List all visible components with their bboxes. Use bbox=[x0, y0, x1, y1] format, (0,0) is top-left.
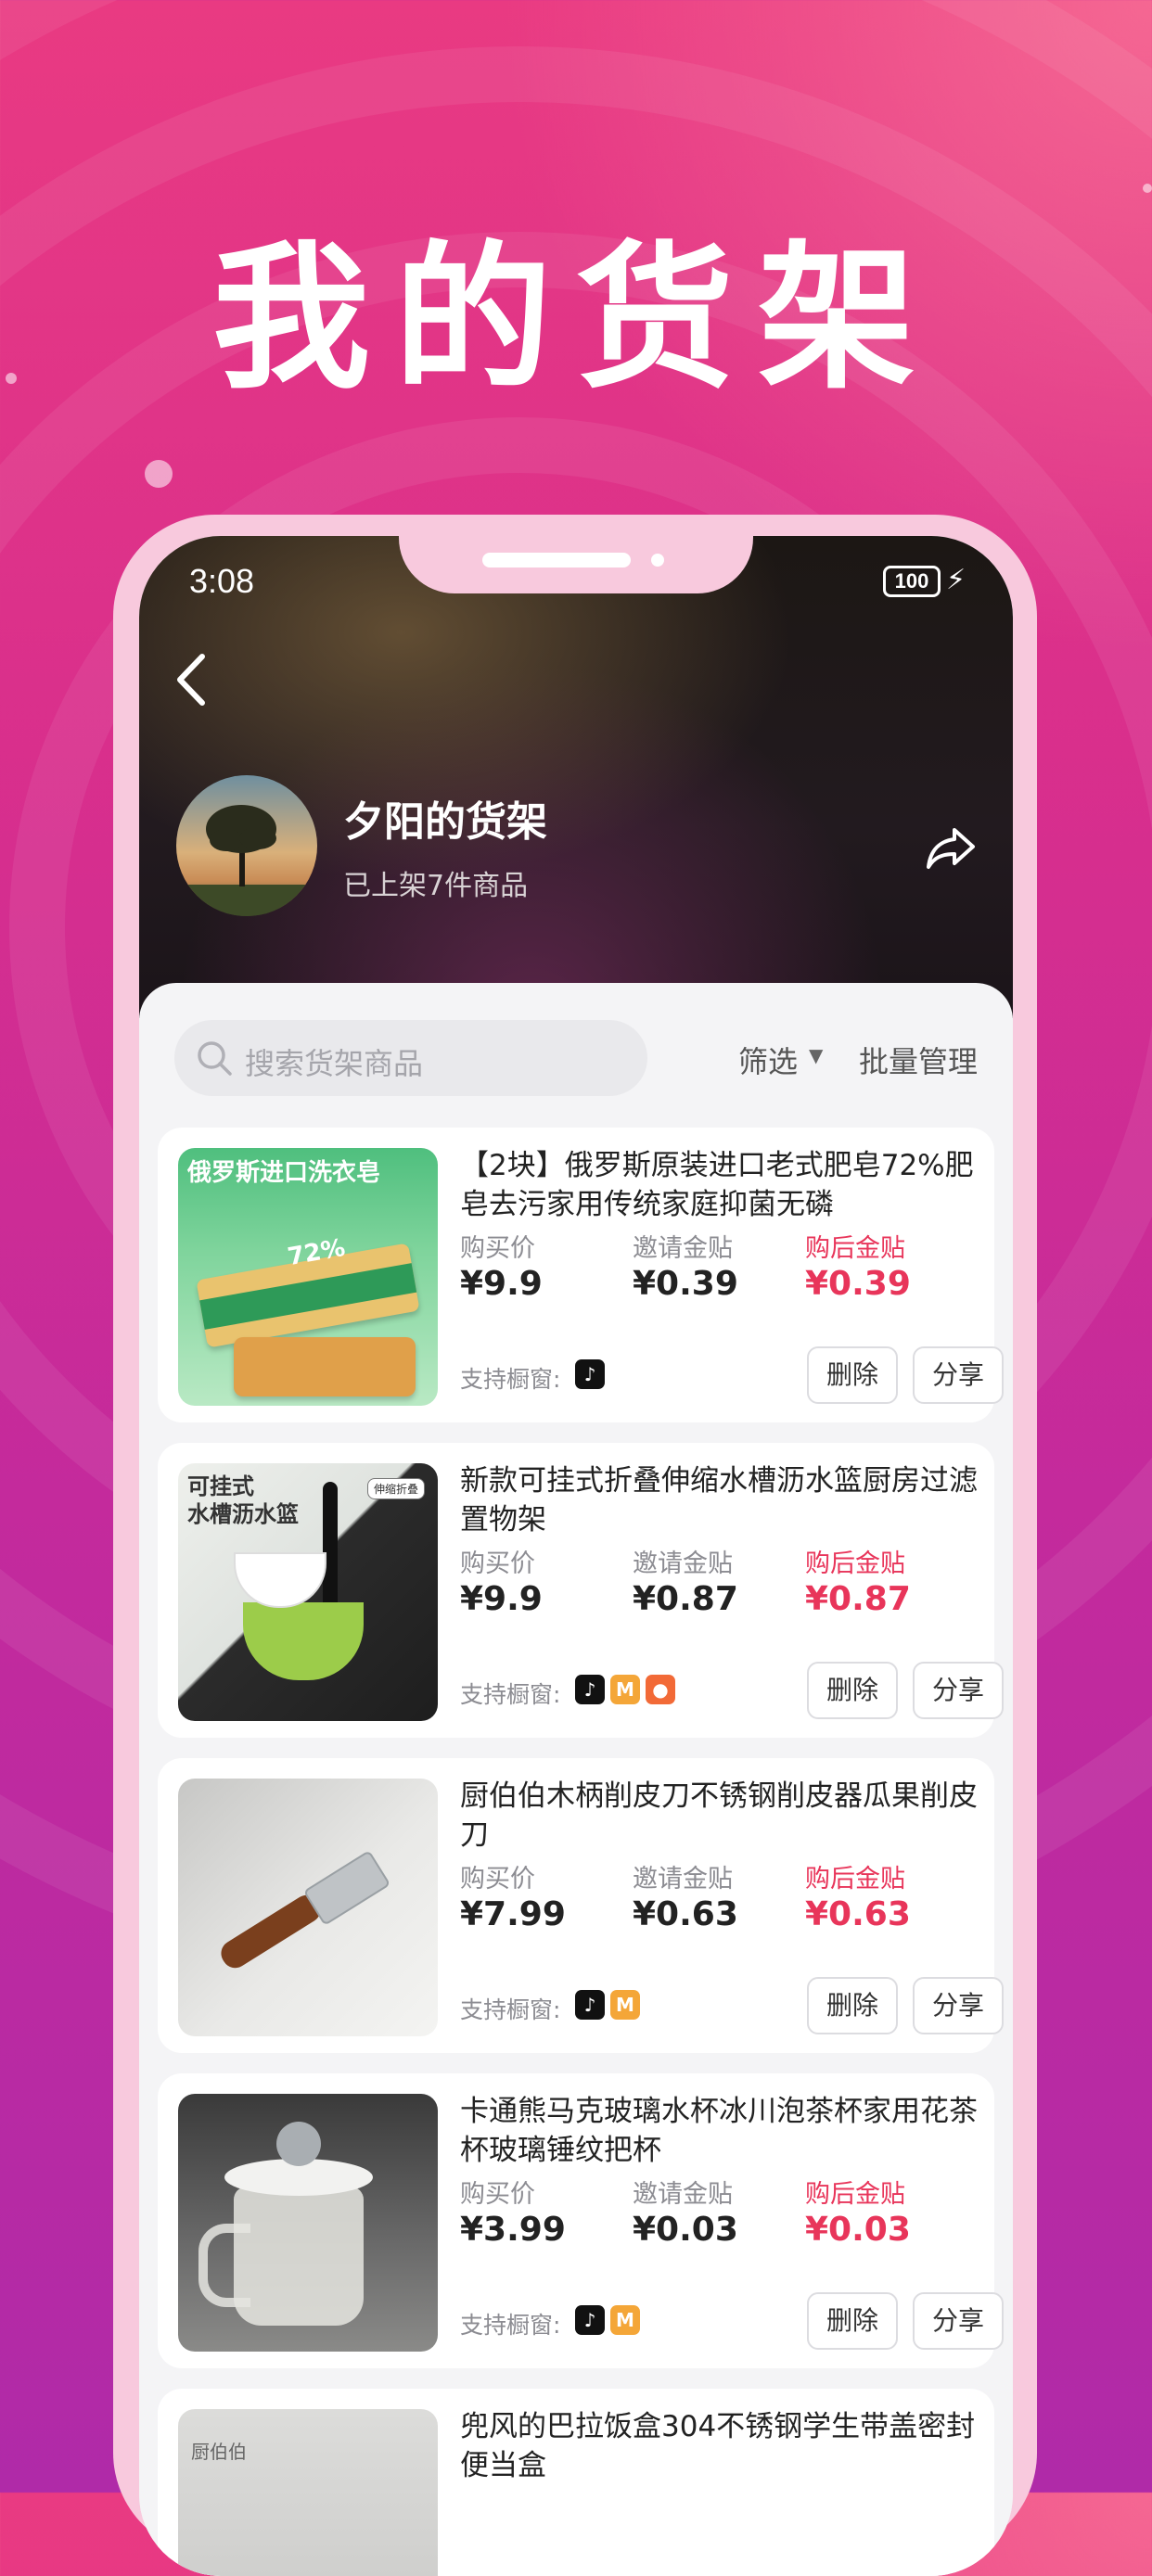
buy-price-value: ¥9.9 bbox=[460, 1265, 543, 1303]
product-card[interactable]: 俄罗斯进口洗衣皂 72% 【2块】俄罗斯原装进口老式肥皂72%肥皂去污家用传统家… bbox=[158, 1128, 1004, 1422]
mango-icon: M bbox=[610, 1990, 640, 2020]
buy-price-label: 购买价 bbox=[460, 1865, 535, 1894]
filter-button[interactable]: 筛选 bbox=[738, 1039, 798, 1081]
invite-subsidy-label: 邀请金贴 bbox=[633, 1865, 733, 1894]
product-image: 俄罗斯进口洗衣皂 72% bbox=[178, 1148, 438, 1406]
batch-manage-button[interactable]: 批量管理 bbox=[859, 1039, 978, 1081]
invite-subsidy-label: 邀请金贴 bbox=[633, 1234, 733, 1263]
delete-button[interactable]: 删除 bbox=[807, 2292, 898, 2350]
product-image-caption: 厨伯伯 bbox=[191, 2441, 247, 2463]
product-card[interactable]: 可挂式 水槽沥水篮 伸缩折叠 新款可挂式折叠伸缩水槽沥水篮厨房过滤置物架 购买价… bbox=[158, 1443, 1004, 1738]
tiktok-icon: ♪ bbox=[575, 1359, 605, 1389]
tiktok-icon: ♪ bbox=[575, 2305, 605, 2335]
search-input[interactable]: 搜索货架商品 bbox=[174, 1020, 647, 1096]
product-image-badge: 伸缩折叠 bbox=[367, 1478, 426, 1499]
tiktok-icon: ♪ bbox=[575, 1675, 605, 1704]
back-arrow-icon[interactable] bbox=[169, 647, 215, 712]
buy-price-label: 购买价 bbox=[460, 1234, 535, 1263]
delete-button[interactable]: 删除 bbox=[807, 1662, 898, 1719]
share-button[interactable]: 分享 bbox=[913, 1662, 1004, 1719]
shelf-content: 搜索货架商品 筛选 ▼ 批量管理 俄罗斯进口洗衣皂 72% 【2块】俄罗斯原装进… bbox=[139, 983, 1013, 2576]
mango-icon: M bbox=[610, 1675, 640, 1704]
after-subsidy-label: 购后金贴 bbox=[805, 2180, 905, 2209]
product-image-caption: 俄罗斯进口洗衣皂 bbox=[187, 1159, 381, 1187]
buy-price-label: 购买价 bbox=[460, 1549, 535, 1578]
search-placeholder: 搜索货架商品 bbox=[245, 1046, 424, 1081]
kuaishou-icon: ● bbox=[646, 1675, 675, 1704]
invite-subsidy-value: ¥0.63 bbox=[633, 1895, 738, 1933]
support-window-label: 支持橱窗: bbox=[460, 1996, 561, 2023]
search-icon bbox=[198, 1041, 232, 1076]
product-image bbox=[178, 2094, 438, 2352]
product-title: 【2块】俄罗斯原装进口老式肥皂72%肥皂去污家用传统家庭抑菌无磷 bbox=[460, 1149, 974, 1221]
product-image-caption: 可挂式 水槽沥水篮 bbox=[187, 1473, 299, 1527]
support-window-label: 支持橱窗: bbox=[460, 2312, 561, 2339]
peeler-handle bbox=[216, 1890, 326, 1973]
share-button[interactable]: 分享 bbox=[913, 1977, 1004, 2034]
shelf-product-count: 已上架7件商品 bbox=[343, 870, 529, 902]
status-time: 3:08 bbox=[189, 562, 255, 600]
basket bbox=[243, 1602, 364, 1680]
bear-figure bbox=[276, 2122, 321, 2166]
bowl bbox=[234, 1552, 326, 1608]
charging-bolt-icon: ⚡ bbox=[946, 564, 966, 596]
glass-mug bbox=[234, 2187, 364, 2326]
after-subsidy-value: ¥0.63 bbox=[805, 1895, 911, 1933]
share-button[interactable]: 分享 bbox=[913, 2292, 1004, 2350]
delete-button[interactable]: 删除 bbox=[807, 1977, 898, 2034]
after-subsidy-value: ¥0.39 bbox=[805, 1265, 911, 1303]
invite-subsidy-label: 邀请金贴 bbox=[633, 1549, 733, 1578]
product-image: 可挂式 水槽沥水篮 伸缩折叠 bbox=[178, 1463, 438, 1721]
shelf-header: 3:08 100 ⚡ 夕阳的货架 已上架7件商品 bbox=[139, 536, 1013, 1018]
tiktok-icon: ♪ bbox=[575, 1990, 605, 2020]
page-headline: 我的货架 bbox=[211, 227, 940, 411]
buy-price-value: ¥3.99 bbox=[460, 2211, 566, 2249]
after-subsidy-value: ¥0.03 bbox=[805, 2211, 911, 2249]
product-title: 新款可挂式折叠伸缩水槽沥水篮厨房过滤置物架 bbox=[460, 1464, 978, 1537]
buy-price-label: 购买价 bbox=[460, 2180, 535, 2209]
invite-subsidy-label: 邀请金贴 bbox=[633, 2180, 733, 2209]
product-card[interactable]: 厨伯伯 兜风的巴拉饭盒304不锈钢学生带盖密封便当盒 bbox=[158, 2389, 994, 2576]
after-subsidy-label: 购后金贴 bbox=[805, 1865, 905, 1894]
speaker-icon bbox=[482, 553, 631, 567]
invite-subsidy-value: ¥0.87 bbox=[633, 1580, 738, 1618]
phone-screen: 3:08 100 ⚡ 夕阳的货架 已上架7件商品 搜索货架商品 筛选 ▼ 批量管… bbox=[139, 536, 1013, 2576]
support-window-label: 支持橱窗: bbox=[460, 1681, 561, 1708]
avatar bbox=[176, 775, 317, 916]
invite-subsidy-value: ¥0.39 bbox=[633, 1265, 738, 1303]
share-button[interactable]: 分享 bbox=[913, 1346, 1004, 1404]
after-subsidy-label: 购后金贴 bbox=[805, 1234, 905, 1263]
after-subsidy-value: ¥0.87 bbox=[805, 1580, 911, 1618]
product-title: 兜风的巴拉饭盒304不锈钢学生带盖密封便当盒 bbox=[460, 2410, 976, 2482]
mug-handle bbox=[198, 2224, 250, 2307]
battery-icon: 100 bbox=[883, 566, 941, 597]
faucet bbox=[323, 1482, 338, 1612]
product-card[interactable]: 卡通熊马克玻璃水杯冰川泡茶杯家用花茶杯玻璃锤纹把杯 购买价 邀请金贴 购后金贴 … bbox=[158, 2073, 1004, 2368]
support-window-label: 支持橱窗: bbox=[460, 1366, 561, 1393]
invite-subsidy-value: ¥0.03 bbox=[633, 2211, 738, 2249]
caret-down-icon: ▼ bbox=[809, 1044, 824, 1066]
product-card[interactable]: 厨伯伯木柄削皮刀不锈钢削皮器瓜果削皮刀 购买价 邀请金贴 购后金贴 ¥7.99 … bbox=[158, 1758, 1004, 2053]
soap-wrapper-label bbox=[199, 1263, 417, 1330]
soap-bar-unwrapped bbox=[234, 1337, 416, 1396]
product-title: 卡通熊马克玻璃水杯冰川泡茶杯家用花茶杯玻璃锤纹把杯 bbox=[460, 2095, 978, 2167]
decor-dot bbox=[145, 460, 173, 488]
shelf-title: 夕阳的货架 bbox=[343, 798, 547, 846]
buy-price-value: ¥7.99 bbox=[460, 1895, 566, 1933]
phone-notch bbox=[399, 536, 753, 593]
product-image bbox=[178, 1779, 438, 2036]
camera-icon bbox=[651, 554, 664, 567]
after-subsidy-label: 购后金贴 bbox=[805, 1549, 905, 1578]
share-icon[interactable] bbox=[923, 819, 979, 874]
product-title: 厨伯伯木柄削皮刀不锈钢削皮器瓜果削皮刀 bbox=[460, 1779, 978, 1852]
mango-icon: M bbox=[610, 2305, 640, 2335]
product-image: 厨伯伯 bbox=[178, 2409, 438, 2576]
buy-price-value: ¥9.9 bbox=[460, 1580, 543, 1618]
delete-button[interactable]: 删除 bbox=[807, 1346, 898, 1404]
